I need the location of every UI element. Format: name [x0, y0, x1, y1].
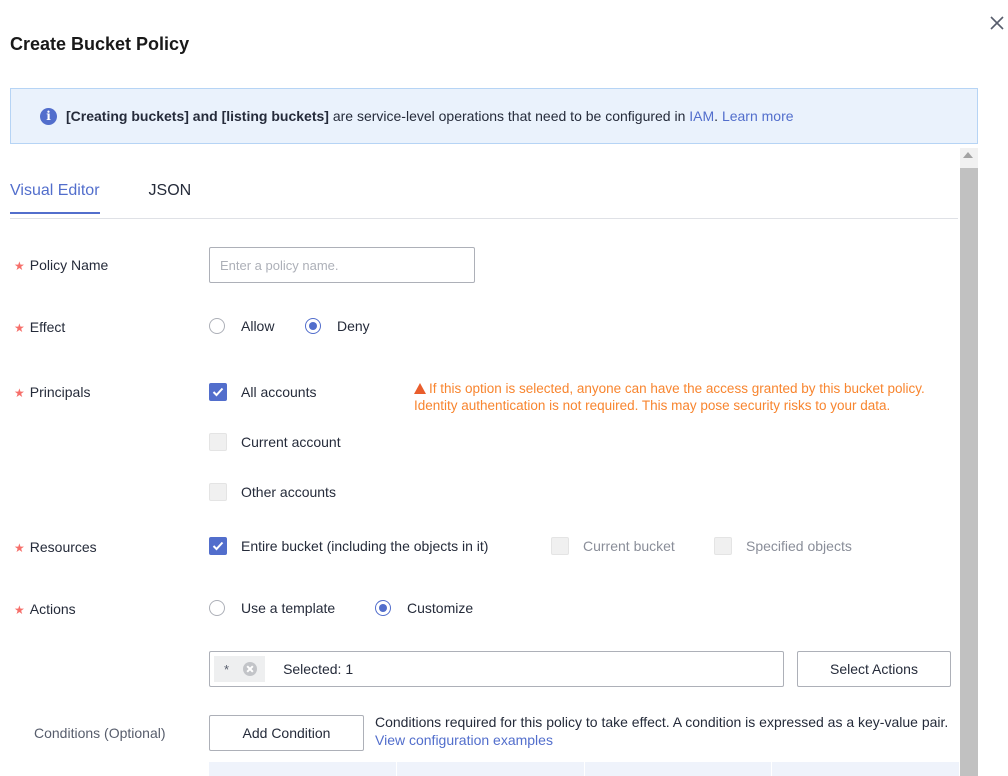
radio-circle: [209, 318, 225, 334]
resource-specified-objects-checkbox: Specified objects: [714, 537, 852, 555]
principals-warning: If this option is selected, anyone can h…: [414, 381, 925, 413]
actions-template-radio[interactable]: Use a template: [209, 600, 335, 616]
banner-text: [Creating buckets] and [listing buckets]…: [66, 108, 794, 124]
tag-remove-icon[interactable]: [243, 662, 258, 676]
checkbox-unchecked: [209, 483, 227, 501]
table-header-cell: [772, 762, 960, 776]
required-marker: ★: [14, 386, 25, 400]
required-marker: ★: [14, 259, 25, 273]
view-examples-link[interactable]: View configuration examples: [375, 732, 553, 748]
checkbox-disabled: [551, 537, 569, 555]
checkbox-unchecked: [209, 433, 227, 451]
conditions-description: Conditions required for this policy to t…: [375, 714, 949, 748]
info-banner: i [Creating buckets] and [listing bucket…: [10, 88, 978, 144]
banner-body-text: are service-level operations that need t…: [328, 108, 690, 124]
resource-entire-bucket-checkbox[interactable]: Entire bucket (including the objects in …: [209, 537, 488, 555]
check-icon: [212, 387, 224, 397]
conditions-table-header: [209, 762, 960, 776]
learn-more-link[interactable]: Learn more: [722, 108, 794, 124]
radio-circle: [209, 600, 225, 616]
dialog-title: Create Bucket Policy: [10, 34, 190, 54]
warning-icon: [414, 383, 426, 394]
selected-count: Selected: 1: [283, 661, 354, 677]
radio-circle-checked: [305, 318, 321, 334]
principal-other-accounts-checkbox[interactable]: Other accounts: [209, 483, 336, 501]
resource-current-bucket-checkbox: Current bucket: [551, 537, 675, 555]
resources-label: ★ Resources: [14, 539, 97, 555]
table-header-cell: [209, 762, 397, 776]
required-marker: ★: [14, 541, 25, 555]
actions-label: ★ Actions: [14, 601, 76, 617]
policy-name-input[interactable]: [209, 247, 475, 283]
radio-circle-checked: [375, 600, 391, 616]
scrollbar-thumb[interactable]: [960, 168, 978, 776]
actions-customize-radio[interactable]: Customize: [375, 600, 473, 616]
required-marker: ★: [14, 603, 25, 617]
checkbox-disabled: [714, 537, 732, 555]
editor-tabs: Visual Editor JSON: [10, 182, 191, 214]
checkbox-checked: [209, 383, 227, 401]
tab-json[interactable]: JSON: [149, 182, 192, 214]
info-icon: i: [40, 107, 57, 125]
effect-deny-radio[interactable]: Deny: [305, 318, 370, 334]
required-marker: ★: [14, 321, 25, 335]
principals-label: ★ Principals: [14, 384, 91, 400]
table-header-cell: [397, 762, 585, 776]
principal-current-account-checkbox[interactable]: Current account: [209, 433, 341, 451]
check-icon: [212, 541, 224, 551]
form-scroll-area: Visual Editor JSON ★Policy Name ★Effect …: [0, 148, 978, 776]
iam-link[interactable]: IAM: [689, 108, 714, 124]
tab-visual-editor[interactable]: Visual Editor: [10, 182, 100, 214]
principal-all-accounts-checkbox[interactable]: All accounts: [209, 383, 316, 401]
effect-label: ★ Effect: [14, 319, 66, 335]
select-actions-button[interactable]: Select Actions: [797, 651, 951, 687]
actions-tag-input[interactable]: * Selected: 1: [209, 651, 784, 687]
table-header-cell: [585, 762, 773, 776]
scroll-up-arrow-icon[interactable]: [963, 152, 973, 158]
effect-allow-radio[interactable]: Allow: [209, 318, 274, 334]
action-tag: *: [214, 656, 266, 682]
close-icon[interactable]: [988, 14, 1006, 32]
banner-bold-text: [Creating buckets] and [listing buckets]: [66, 108, 329, 124]
checkbox-checked: [209, 537, 227, 555]
policy-name-label: ★ Policy Name: [14, 257, 109, 273]
add-condition-button[interactable]: Add Condition: [209, 715, 364, 751]
conditions-label: Conditions (Optional): [34, 725, 166, 741]
tabs-divider: [10, 218, 958, 219]
